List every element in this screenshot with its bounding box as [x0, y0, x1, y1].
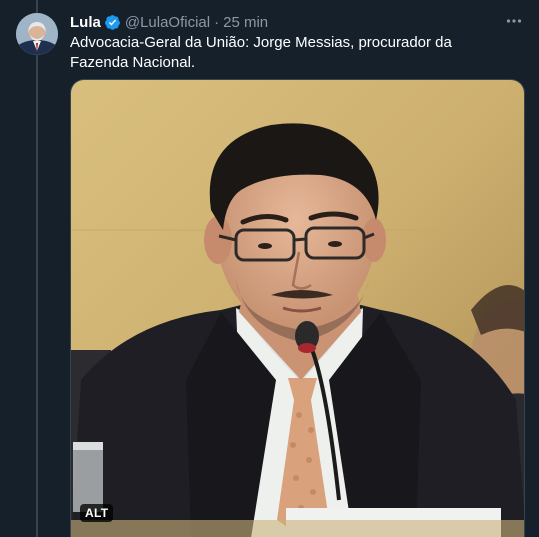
tweet-header: Lula @LulaOficial · 25 min [70, 12, 523, 32]
thread-connector-line [36, 0, 38, 537]
alt-text-badge[interactable]: ALT [80, 504, 114, 522]
timestamp[interactable]: 25 min [223, 14, 268, 31]
separator-dot: · [214, 13, 220, 31]
tweet-photo[interactable] [70, 79, 525, 537]
tweet-text: Advocacia-Geral da União: Jorge Messias,… [70, 34, 452, 71]
verified-badge-icon [104, 14, 121, 31]
tweet-container[interactable]: Lula @LulaOficial · 25 min Advocacia-Ger… [0, 0, 539, 537]
more-dots-icon[interactable] [503, 10, 525, 32]
display-name[interactable]: Lula [70, 14, 101, 31]
avatar-image [16, 13, 58, 55]
avatar[interactable] [16, 13, 58, 55]
user-handle[interactable]: @LulaOficial [125, 14, 210, 31]
photo-man-at-microphone [71, 80, 524, 537]
